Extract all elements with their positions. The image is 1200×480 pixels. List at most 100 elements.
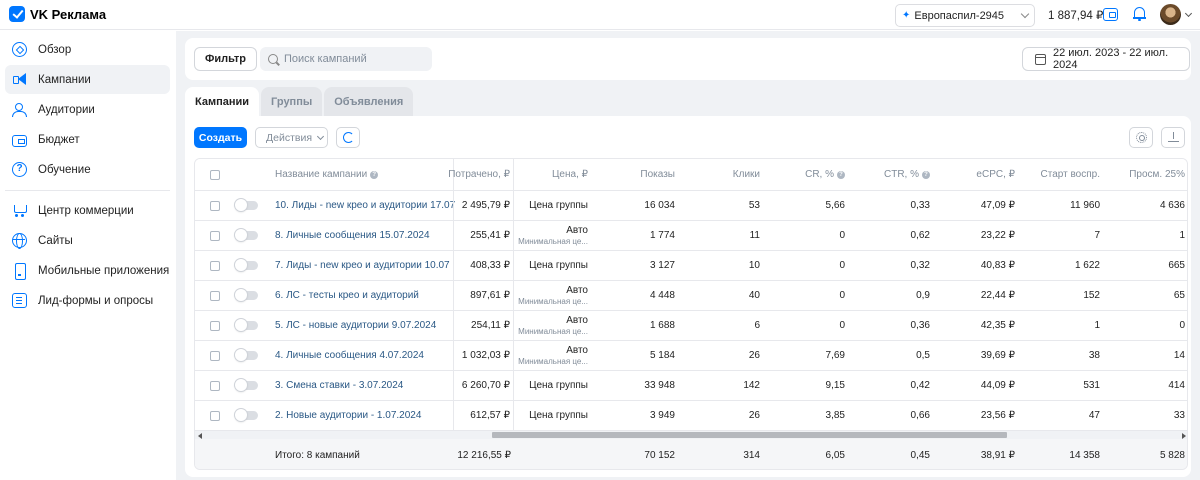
sidebar-item-commerce[interactable]: Центр коммерции xyxy=(5,196,170,225)
campaign-status-toggle[interactable] xyxy=(235,229,258,241)
tab-ads[interactable]: Объявления xyxy=(324,87,414,116)
row-checkbox[interactable] xyxy=(210,230,220,241)
sidebar-item-audiences[interactable]: Аудитории xyxy=(5,95,170,124)
sidebar-item-overview[interactable]: Обзор xyxy=(5,35,170,64)
cell-clicks: 11 xyxy=(749,230,760,241)
header-ctr-label: CTR, % xyxy=(884,169,919,180)
header-spent[interactable]: Потрачено, ₽ xyxy=(448,159,514,190)
cell-spent: 255,41 ₽ xyxy=(453,221,514,250)
campaign-name-link[interactable]: 6. ЛС - тесты крео и аудиторий xyxy=(275,281,451,310)
row-checkbox[interactable] xyxy=(210,410,220,421)
campaign-name-link[interactable]: 8. Личные сообщения 15.07.2024 xyxy=(275,221,451,250)
download-icon xyxy=(1168,132,1179,143)
price-sub: Минимальная це... xyxy=(518,296,588,306)
row-checkbox[interactable] xyxy=(210,200,220,211)
cell-ecpc: 47,09 ₽ xyxy=(980,200,1015,211)
campaign-status-toggle[interactable] xyxy=(235,349,258,361)
table-row[interactable]: 5. ЛС - новые аудитории 9.07.2024 254,11 … xyxy=(195,311,1187,341)
header-name[interactable]: Название кампании? xyxy=(275,159,451,190)
table-row[interactable]: 8. Личные сообщения 15.07.2024 255,41 ₽ Ав… xyxy=(195,221,1187,251)
header-views[interactable]: Просм. 25% xyxy=(1105,159,1185,190)
table-row[interactable]: 3. Смена ставки - 3.07.2024 6 260,70 ₽ Цен… xyxy=(195,371,1187,401)
globe-icon xyxy=(12,233,27,249)
table-row[interactable]: 10. Лиды - new крео и аудитории 17.07 2 4… xyxy=(195,191,1187,221)
sidebar-item-sites[interactable]: Сайты xyxy=(5,226,170,255)
price-sub: Минимальная це... xyxy=(518,356,588,366)
row-check-cell xyxy=(210,311,221,340)
star-icon: ✦ xyxy=(902,10,911,21)
campaign-status-toggle[interactable] xyxy=(235,199,258,211)
sidebar-item-campaigns[interactable]: Кампании xyxy=(5,65,170,94)
row-checkbox[interactable] xyxy=(210,260,220,271)
tab-campaigns[interactable]: Кампании xyxy=(185,87,260,116)
refresh-button[interactable] xyxy=(336,127,360,148)
row-toggle-cell xyxy=(235,341,260,370)
campaign-status-toggle[interactable] xyxy=(235,259,258,271)
filter-button[interactable]: Фильтр xyxy=(194,47,257,71)
header-ctr[interactable]: CTR, %? xyxy=(850,159,930,190)
campaign-name-link[interactable]: 4. Личные сообщения 4.07.2024 xyxy=(275,341,451,370)
campaign-name-link[interactable]: 5. ЛС - новые аудитории 9.07.2024 xyxy=(275,311,451,340)
header-cr[interactable]: CR, %? xyxy=(765,159,845,190)
table-row[interactable]: 6. ЛС - тесты крео и аудиторий 897,61 ₽ Ав… xyxy=(195,281,1187,311)
header-price[interactable]: Цена, ₽ xyxy=(515,159,590,190)
select-all-checkbox[interactable] xyxy=(210,169,220,180)
info-icon[interactable]: ? xyxy=(922,170,930,179)
info-icon[interactable]: ? xyxy=(370,170,379,179)
table-row[interactable]: 4. Личные сообщения 4.07.2024 1 032,03 ₽ А… xyxy=(195,341,1187,371)
row-checkbox[interactable] xyxy=(210,290,220,301)
cell-views: 4 636 xyxy=(1159,200,1185,211)
app-logo[interactable]: VK Реклама xyxy=(9,6,106,22)
sidebar-item-lead-forms[interactable]: Лид-формы и опросы xyxy=(5,286,170,315)
sidebar-item-learning[interactable]: ? Обучение xyxy=(5,155,170,184)
row-checkbox[interactable] xyxy=(210,320,220,331)
cell-cr: 9,15 xyxy=(825,380,845,391)
avatar[interactable] xyxy=(1160,4,1181,25)
campaign-status-toggle[interactable] xyxy=(235,319,258,331)
bell-icon[interactable] xyxy=(1133,7,1146,21)
header-shows[interactable]: Показы xyxy=(595,159,675,190)
search-input[interactable] xyxy=(284,53,432,65)
actions-dropdown[interactable]: Действия xyxy=(255,127,328,148)
row-toggle-cell xyxy=(235,401,260,430)
people-icon xyxy=(12,102,27,117)
header-start[interactable]: Старт воспр. xyxy=(1020,159,1100,190)
sidebar-item-label: Мобильные приложения xyxy=(38,264,170,277)
create-button[interactable]: Создать xyxy=(194,127,247,148)
chevron-down-icon[interactable] xyxy=(1184,9,1193,18)
info-icon[interactable]: ? xyxy=(837,170,845,179)
cell-price: Авто Минимальная це... xyxy=(515,341,590,370)
campaign-name-link[interactable]: 2. Новые аудитории - 1.07.2024 xyxy=(275,401,451,430)
table-row[interactable]: 2. Новые аудитории - 1.07.2024 612,57 ₽ Це… xyxy=(195,401,1187,431)
wallet-icon[interactable] xyxy=(1103,8,1118,21)
date-range-picker[interactable]: 22 июл. 2023 - 22 июл. 2024 xyxy=(1022,47,1190,71)
campaign-status-toggle[interactable] xyxy=(235,409,258,421)
settings-button[interactable] xyxy=(1129,127,1153,148)
account-select[interactable]: ✦ Европаспил-2945 xyxy=(895,4,1035,27)
total-label: Итого: 8 кампаний xyxy=(275,449,360,461)
cell-clicks: 6 xyxy=(754,320,760,331)
row-checkbox[interactable] xyxy=(210,350,220,361)
tab-groups[interactable]: Группы xyxy=(261,87,323,116)
scrollbar-thumb[interactable] xyxy=(492,432,1007,438)
campaign-name-link[interactable]: 3. Смена ставки - 3.07.2024 xyxy=(275,371,451,400)
sidebar-item-budget[interactable]: Бюджет xyxy=(5,125,170,154)
campaign-name-link[interactable]: 10. Лиды - new крео и аудитории 17.07 xyxy=(275,191,455,220)
campaign-status-toggle[interactable] xyxy=(235,289,258,301)
download-button[interactable] xyxy=(1161,127,1185,148)
horizontal-scrollbar[interactable] xyxy=(195,430,1187,439)
sidebar-item-mobile-apps[interactable]: Мобильные приложения xyxy=(5,256,170,285)
total-row: Итого: 8 кампаний 12 216,55 ₽ 70 152 314… xyxy=(195,439,1187,469)
search-box[interactable] xyxy=(260,47,432,71)
vk-logo-icon xyxy=(9,6,25,22)
table-row[interactable]: 7. Лиды - new крео и аудитории 10.07 408,… xyxy=(195,251,1187,281)
cell-ecpc: 40,83 ₽ xyxy=(980,260,1015,271)
cell-views: 414 xyxy=(1168,380,1185,391)
header-ecpc[interactable]: eCPC, ₽ xyxy=(935,159,1015,190)
campaign-name-link[interactable]: 7. Лиды - new крео и аудитории 10.07 xyxy=(275,251,451,280)
row-checkbox[interactable] xyxy=(210,380,220,391)
cell-shows: 5 184 xyxy=(649,350,675,361)
cell-clicks: 10 xyxy=(748,260,760,271)
campaign-status-toggle[interactable] xyxy=(235,379,258,391)
header-clicks[interactable]: Клики xyxy=(680,159,760,190)
